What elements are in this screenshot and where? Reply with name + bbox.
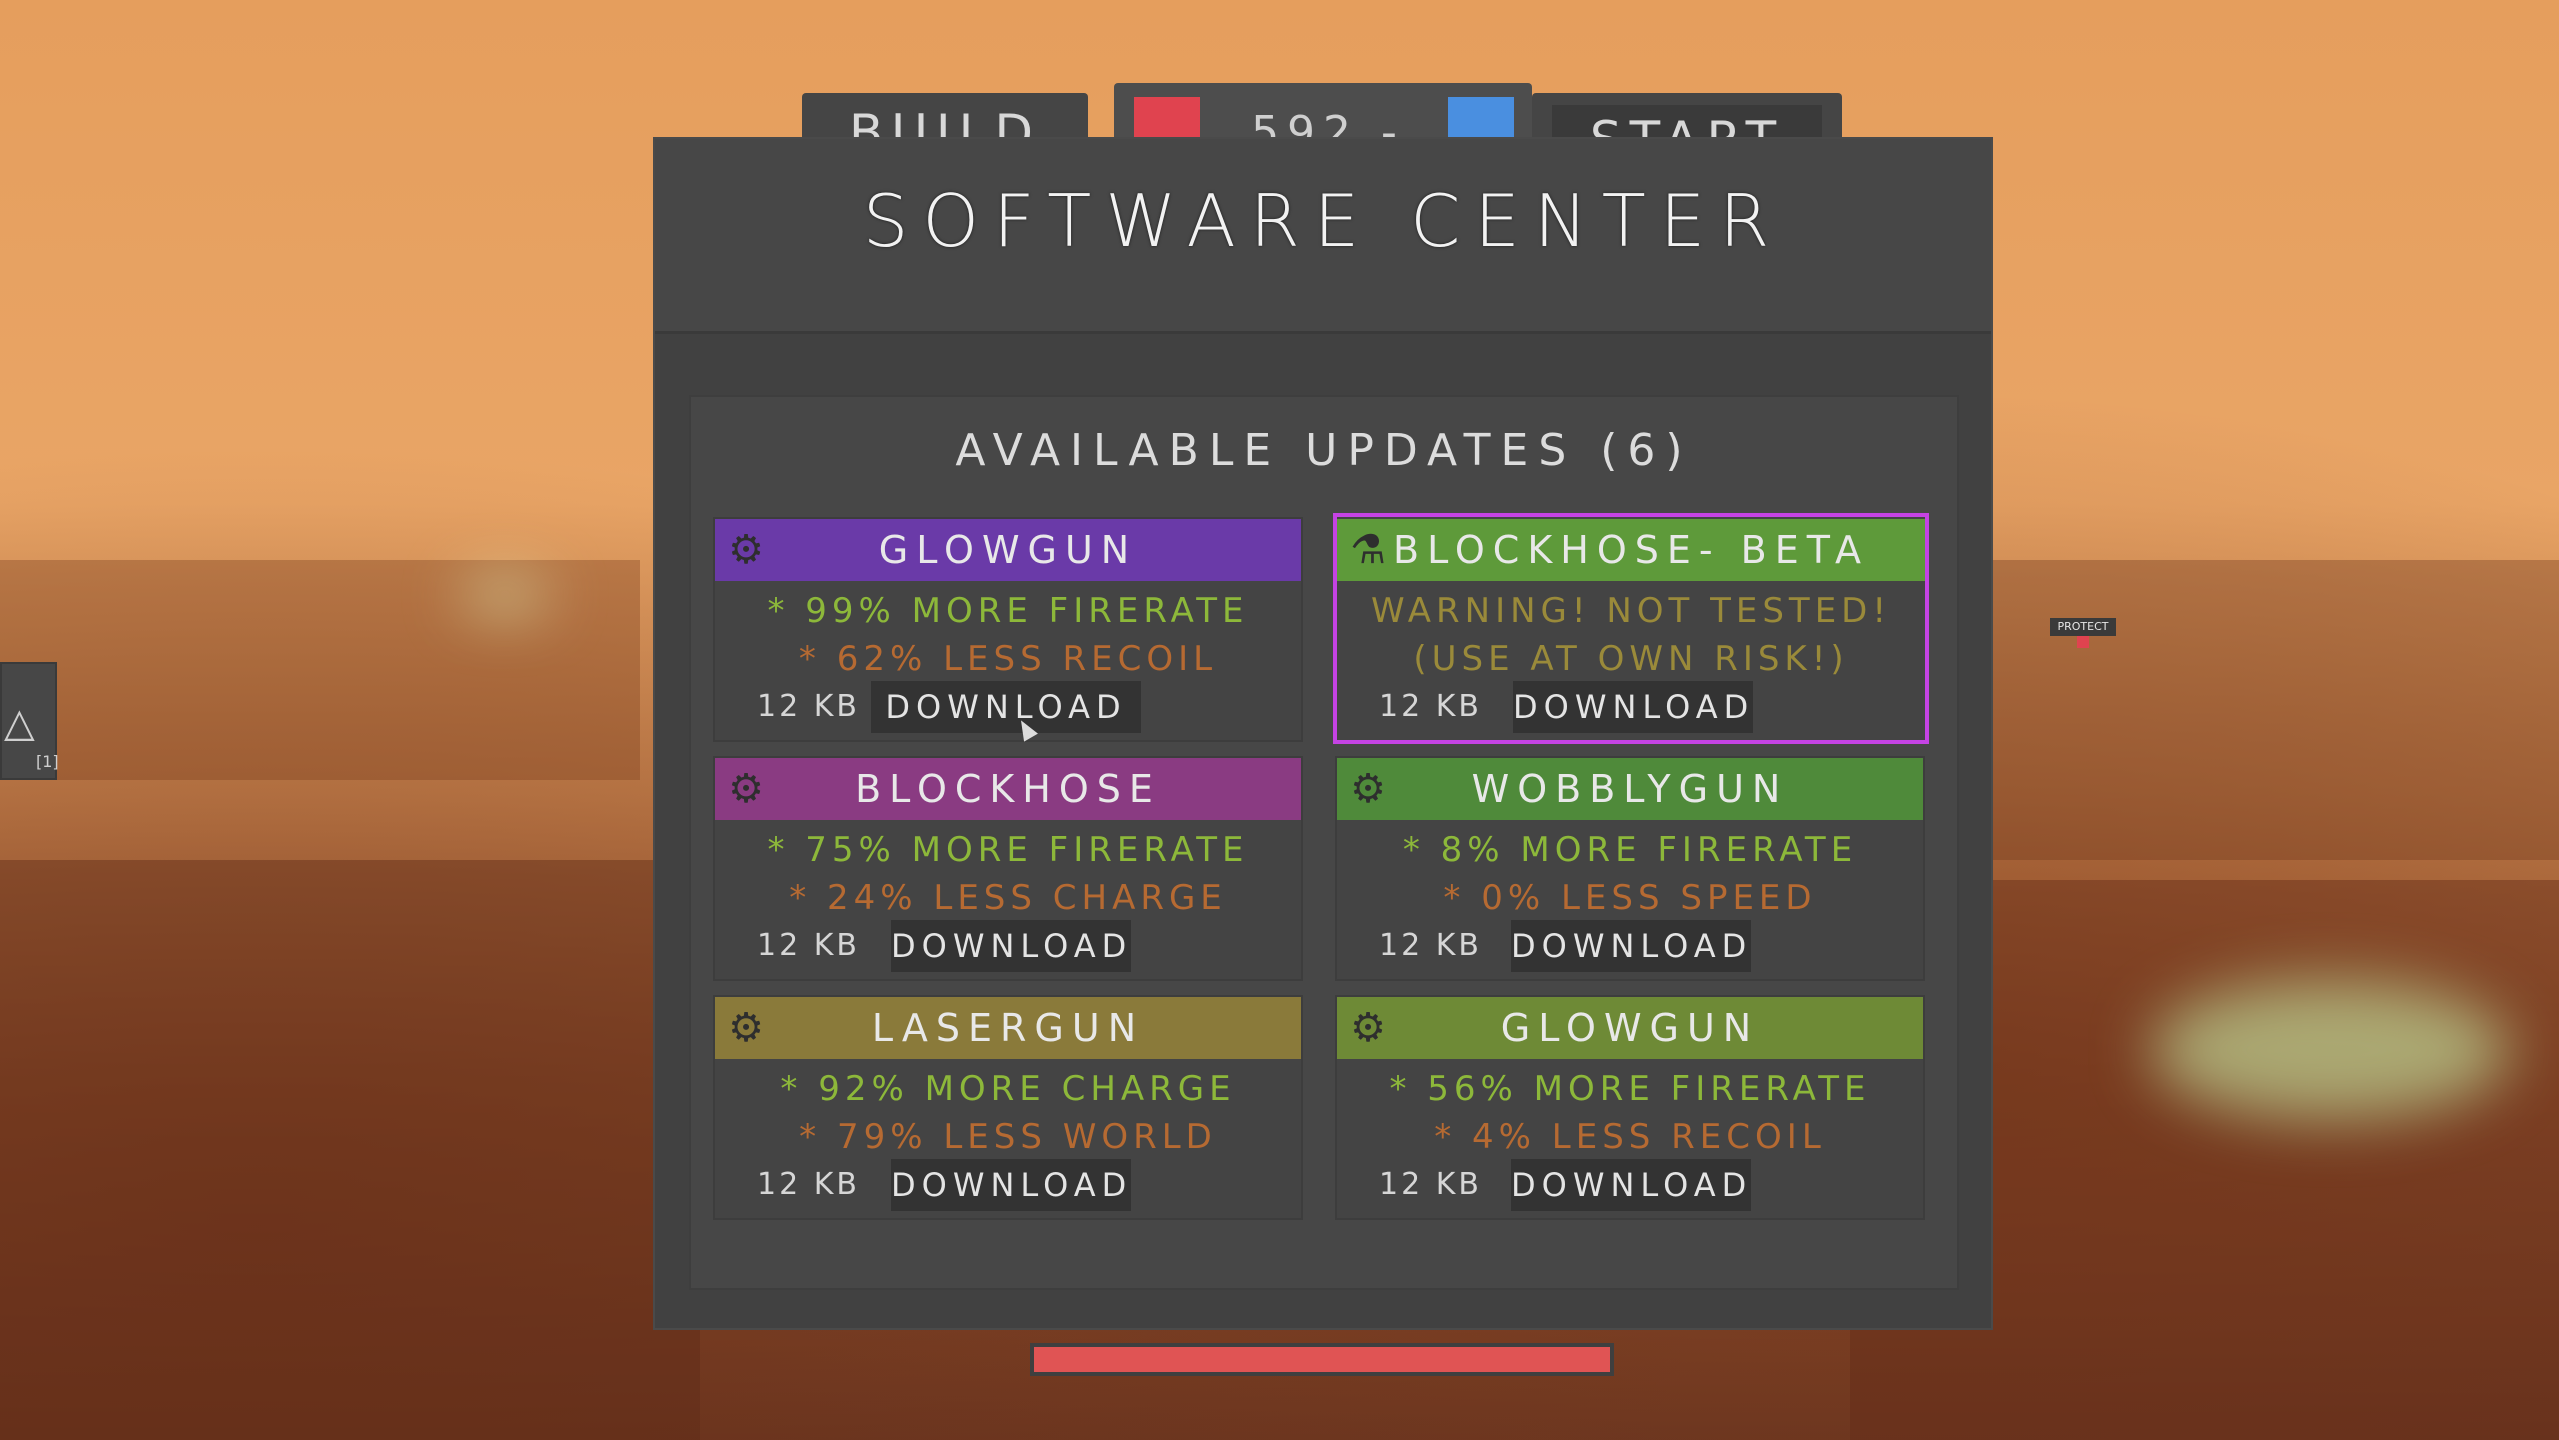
start-label: START — [1552, 105, 1822, 138]
gear-icon: ⚙ — [728, 1005, 764, 1051]
card-size: 12 KB — [1379, 928, 1482, 963]
update-card[interactable]: GLOWGUN ⚙ * 56% MORE FIRERATE * 4% LESS … — [1335, 995, 1925, 1220]
warning-icon: △ — [4, 700, 35, 746]
card-bonus: * 56% MORE FIRERATE — [1389, 1069, 1871, 1109]
download-button[interactable]: DOWNLOAD — [1513, 681, 1753, 733]
panel-header: SOFTWARE CENTER — [655, 139, 1991, 334]
update-card[interactable]: GLOWGUN ⚙ * 99% MORE FIRERATE * 62% LESS… — [713, 517, 1303, 742]
green-glow — [2150, 980, 2510, 1120]
card-warning: WARNING! NOT TESTED! — [1371, 591, 1891, 631]
card-size: 12 KB — [757, 928, 860, 963]
card-title: GLOWGUN — [715, 519, 1301, 581]
tab-build[interactable]: BUILD — [802, 93, 1088, 138]
card-title: BLOCKHOSE — [715, 758, 1301, 820]
card-size: 12 KB — [757, 1167, 860, 1202]
score-text: 592 - 592 — [1251, 107, 1405, 138]
protect-label: PROTECT — [2050, 618, 2116, 636]
flask-icon: ⚗ — [1350, 527, 1386, 573]
progress-bar — [1030, 1343, 1614, 1376]
update-card[interactable]: WOBBLYGUN ⚙ * 8% MORE FIRERATE * 0% LESS… — [1335, 756, 1925, 981]
green-glow — [460, 580, 550, 610]
card-bonus: * 8% MORE FIRERATE — [1402, 830, 1858, 870]
card-bonus: * 92% MORE CHARGE — [780, 1069, 1236, 1109]
card-penalty: * 24% LESS CHARGE — [789, 878, 1227, 918]
gear-icon: ⚙ — [1350, 766, 1386, 812]
card-penalty: * 62% LESS RECOIL — [798, 639, 1218, 679]
card-warning-note: (USE AT OWN RISK!) — [1413, 639, 1849, 679]
updates-box: AVAILABLE UPDATES (6) GLOWGUN ⚙ * 99% MO… — [689, 395, 1959, 1290]
card-size: 12 KB — [1379, 1167, 1482, 1202]
software-center-panel: SOFTWARE CENTER AVAILABLE UPDATES (6) GL… — [653, 137, 1993, 1330]
card-size: 12 KB — [757, 689, 860, 724]
terrain-block — [1990, 560, 2559, 860]
tab-start[interactable]: START — [1532, 93, 1842, 138]
card-penalty: * 79% LESS WORLD — [799, 1117, 1217, 1157]
update-card-selected[interactable]: BLOCKHOSE- BETA ⚗ WARNING! NOT TESTED! (… — [1333, 513, 1929, 744]
card-title: WOBBLYGUN — [1337, 758, 1923, 820]
card-title: GLOWGUN — [1337, 997, 1923, 1059]
download-button[interactable]: DOWNLOAD — [891, 1159, 1131, 1211]
side-widget-count: [1] — [36, 752, 59, 771]
blue-team-flag — [1448, 97, 1514, 138]
protect-marker — [2077, 636, 2089, 648]
update-card[interactable]: LASERGUN ⚙ * 92% MORE CHARGE * 79% LESS … — [713, 995, 1303, 1220]
download-button[interactable]: DOWNLOAD — [871, 681, 1141, 733]
gear-icon: ⚙ — [728, 527, 764, 573]
card-penalty: * 4% LESS RECOIL — [1434, 1117, 1826, 1157]
download-button[interactable]: DOWNLOAD — [1511, 920, 1751, 972]
card-bonus: * 75% MORE FIRERATE — [767, 830, 1249, 870]
update-card[interactable]: BLOCKHOSE ⚙ * 75% MORE FIRERATE * 24% LE… — [713, 756, 1303, 981]
gear-icon: ⚙ — [1350, 1005, 1386, 1051]
card-title: BLOCKHOSE- BETA — [1337, 519, 1925, 581]
gear-icon: ⚙ — [728, 766, 764, 812]
card-title: LASERGUN — [715, 997, 1301, 1059]
download-button[interactable]: DOWNLOAD — [1511, 1159, 1751, 1211]
red-team-flag — [1134, 97, 1200, 138]
card-penalty: * 0% LESS SPEED — [1443, 878, 1817, 918]
download-button[interactable]: DOWNLOAD — [891, 920, 1131, 972]
card-bonus: * 99% MORE FIRERATE — [767, 591, 1249, 631]
card-size: 12 KB — [1379, 689, 1482, 724]
updates-title: AVAILABLE UPDATES (6) — [955, 425, 1693, 476]
panel-title: SOFTWARE CENTER — [862, 179, 1784, 263]
score-tab: 592 - 592 — [1114, 83, 1532, 138]
side-widget[interactable]: △ [1] — [0, 662, 59, 780]
terrain-block — [0, 860, 700, 1440]
